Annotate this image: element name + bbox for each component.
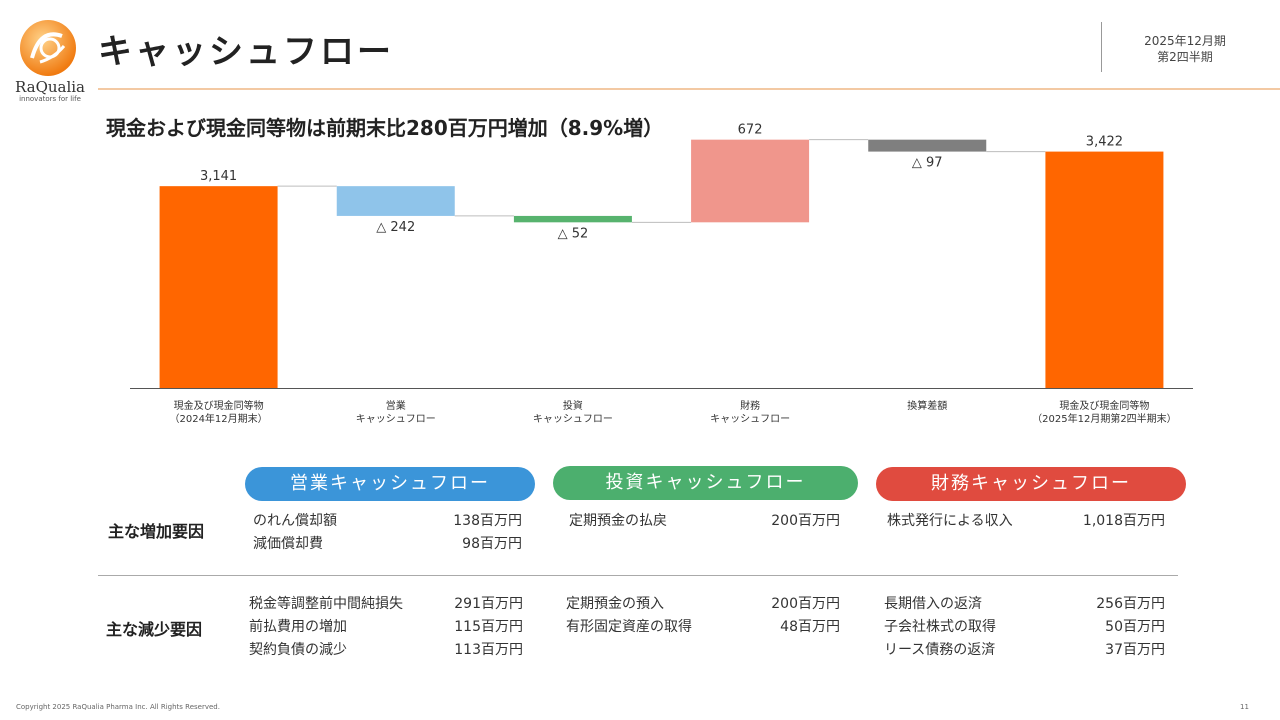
waterfall-bar	[336, 186, 455, 216]
copyright: Copyright 2025 RaQualia Pharma Inc. All …	[16, 703, 220, 711]
factor-item: 子会社株式の取得	[884, 619, 996, 635]
x-tick-label: 現金及び現金同等物	[1059, 399, 1149, 412]
waterfall-bar	[691, 139, 810, 223]
x-tick-label: 投資	[563, 399, 583, 412]
waterfall-bar	[868, 139, 987, 152]
factor-item: 株式発行による収入	[887, 513, 1013, 529]
x-tick-label: （2024年12月期末）	[169, 412, 267, 425]
factor-item: リース債務の返済	[884, 642, 996, 658]
factor-amount: 48百万円	[780, 619, 840, 635]
factor-item: 定期預金の預入	[566, 596, 664, 612]
x-tick-label: 営業	[386, 399, 406, 412]
factor-amount: 200百万円	[771, 596, 840, 612]
data-label: 3,422	[1086, 135, 1123, 150]
factor-item: 契約負債の減少	[249, 642, 347, 658]
x-tick-label: （2025年12月期第2四半期末）	[1032, 412, 1177, 425]
factor-amount: 138百万円	[453, 513, 522, 529]
investing-cf-label: 投資キャッシュフロー	[605, 472, 806, 493]
factor-amount: 291百万円	[454, 596, 523, 612]
factor-item: 減価償却費	[253, 536, 323, 552]
data-label: △ 97	[912, 156, 943, 171]
x-tick-label: 財務	[740, 399, 760, 412]
x-tick-label: キャッシュフロー	[533, 414, 613, 425]
factor-item: 有形固定資産の取得	[566, 619, 692, 635]
financing-cf-label: 財務キャッシュフロー	[931, 473, 1131, 494]
section-separator	[98, 575, 1178, 576]
x-tick-label: キャッシュフロー	[356, 414, 436, 425]
factor-amount: 113百万円	[454, 642, 523, 658]
factor-item: 長期借入の返済	[884, 596, 982, 612]
data-label: △ 242	[376, 220, 415, 235]
x-tick-label: キャッシュフロー	[710, 414, 790, 425]
factor-item: のれん償却額	[253, 513, 337, 529]
x-tick-label: 換算差額	[907, 399, 947, 412]
operating-cf-label: 営業キャッシュフロー	[290, 473, 490, 494]
factor-amount: 115百万円	[454, 619, 523, 635]
factor-amount: 1,018百万円	[1082, 513, 1165, 529]
factor-amount: 200百万円	[771, 513, 840, 529]
x-tick-label: 現金及び現金同等物	[174, 399, 264, 412]
factor-amount: 256百万円	[1096, 596, 1165, 612]
data-label: 3,141	[200, 169, 237, 184]
factor-item: 税金等調整前中間純損失	[249, 596, 403, 612]
waterfall-bar	[513, 215, 632, 223]
increase-heading: 主な増加要因	[108, 522, 205, 541]
factor-amount: 50百万円	[1105, 619, 1165, 635]
data-label: 672	[738, 123, 763, 138]
decrease-heading: 主な減少要因	[106, 620, 203, 639]
financing-cf-pill: 財務キャッシュフロー	[876, 467, 1186, 501]
page-number: 11	[1240, 703, 1249, 711]
cashflow-waterfall-chart: 3,141現金及び現金同等物（2024年12月期末）△ 242営業キャッシュフロ…	[130, 123, 1193, 425]
factor-item: 定期預金の払戻	[569, 513, 667, 529]
investing-cf-pill: 投資キャッシュフロー	[553, 466, 858, 500]
waterfall-bar	[1045, 151, 1164, 388]
factor-amount: 98百万円	[462, 536, 522, 552]
waterfall-bar	[159, 186, 278, 388]
factor-amount: 37百万円	[1105, 642, 1165, 658]
factor-item: 前払費用の増加	[249, 619, 347, 635]
data-label: △ 52	[558, 226, 589, 241]
operating-cf-pill: 営業キャッシュフロー	[245, 467, 535, 501]
